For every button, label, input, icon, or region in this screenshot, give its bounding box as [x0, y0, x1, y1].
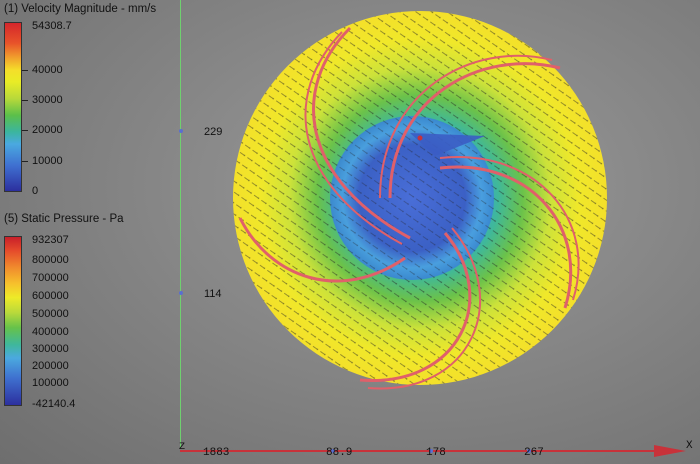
velocity-tick-mark [22, 130, 28, 131]
velocity-tick-mark [22, 70, 28, 71]
pressure-tick-label: 100000 [32, 377, 69, 389]
velocity-color-bar [4, 22, 22, 192]
pressure-max-label: 932307 [32, 234, 69, 246]
cfd-viewport[interactable]: (1) Velocity Magnitude - mm/s 54308.7 40… [0, 0, 700, 464]
z-axis-label: Z [179, 442, 186, 453]
impeller-model[interactable] [230, 8, 615, 393]
velocity-legend-title: (1) Velocity Magnitude - mm/s [4, 3, 157, 15]
pressure-tick-label: 200000 [32, 360, 69, 372]
velocity-tick-label: 30000 [32, 94, 63, 106]
x-axis-tick-label: 267 [524, 447, 544, 459]
velocity-tick-label: 40000 [32, 64, 63, 76]
y-axis-tick-label: 229 [204, 126, 223, 138]
x-axis-arrow [654, 445, 686, 457]
velocity-tick-label: 10000 [32, 155, 63, 167]
velocity-max-label: 54308.7 [32, 20, 72, 32]
velocity-min-label: 0 [32, 185, 39, 197]
pressure-tick-label: 700000 [32, 272, 69, 284]
pressure-tick-label: 600000 [32, 290, 69, 302]
x-axis-tick-label: 178 [426, 447, 446, 459]
y-axis-tick-label: 114 [204, 288, 222, 300]
pressure-tick-label: 300000 [32, 343, 69, 355]
x-axis-tick-label: 88.9 [326, 447, 353, 459]
x-axis-origin-label: 1883 [203, 447, 230, 459]
velocity-tick-label: 20000 [32, 124, 63, 136]
pressure-color-bar [4, 236, 22, 406]
probe-point [417, 135, 423, 141]
velocity-tick-mark [22, 161, 28, 162]
pressure-tick-label: 500000 [32, 308, 69, 320]
pressure-tick-label: 800000 [32, 254, 69, 266]
x-axis-name: X [686, 440, 693, 452]
y-axis-tick [179, 129, 183, 133]
pressure-min-label: -42140.4 [32, 398, 76, 410]
velocity-tick-mark [22, 100, 28, 101]
y-axis-line [180, 0, 181, 448]
pressure-tick-label: 400000 [32, 326, 69, 338]
y-axis-tick [179, 291, 183, 295]
pressure-legend-title: (5) Static Pressure - Pa [4, 213, 124, 225]
